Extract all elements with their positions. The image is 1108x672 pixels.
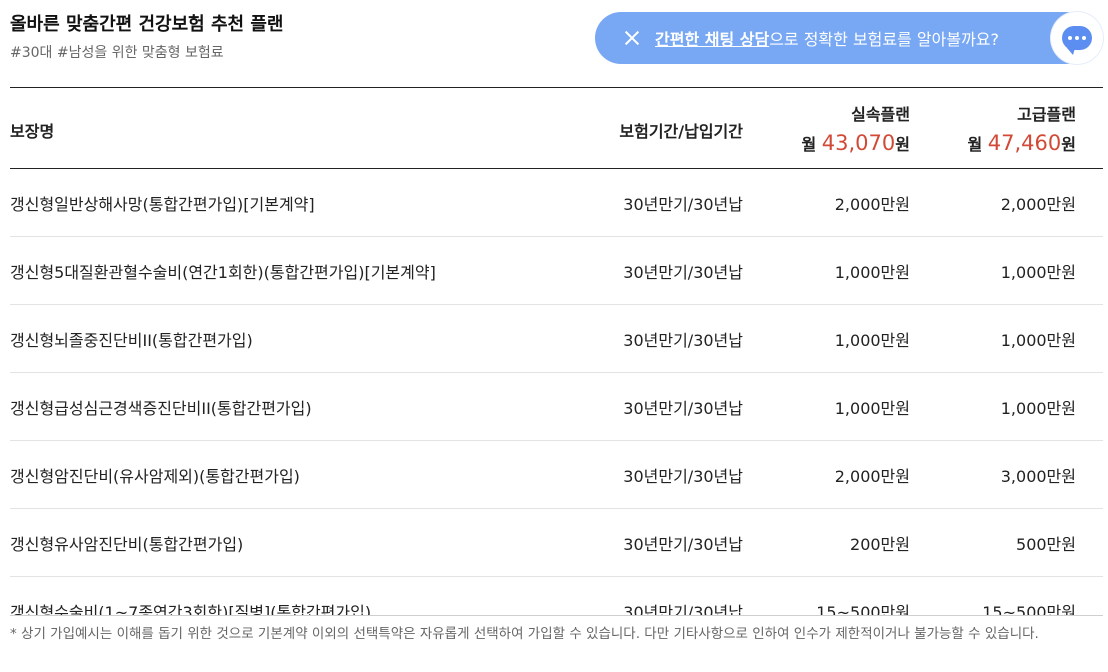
coverage-basic-amount: 1,000만원 [834,263,910,282]
table-row: 갱신형유사암진단비(통합간편가입) 30년만기/30년납 200만원 500만원 [10,509,1103,577]
coverage-period: 30년만기/30년납 [623,331,743,350]
table-row: 갱신형암진단비(유사암제외)(통합간편가입) 30년만기/30년납 2,000만… [10,441,1103,509]
coverage-premium-amount: 1,000만원 [1000,263,1076,282]
coverage-premium-amount: 1,000만원 [1000,331,1076,350]
coverage-basic-amount: 1,000만원 [834,331,910,350]
chat-bubble-icon [1062,26,1092,55]
coverage-period: 30년만기/30년납 [623,399,743,418]
table-header: 보장명 보험기간/납입기간 실속플랜 월 43,070원 고급플랜 월 47,4… [10,87,1103,169]
coverage-period: 30년만기/30년납 [623,195,743,214]
header-period: 보험기간/납입기간 [619,122,743,141]
table-row: 갱신형일반상해사망(통합간편가입)[기본계약] 30년만기/30년납 2,000… [10,169,1103,237]
coverage-period: 30년만기/30년납 [623,535,743,554]
page-title: 올바른 맞춤간편 건강보험 추천 플랜 [10,14,284,35]
table-row: 갱신형뇌졸중진단비II(통합간편가입) 30년만기/30년납 1,000만원 1… [10,305,1103,373]
close-icon[interactable] [623,29,641,47]
page-subtitle: #30대 #남성을 위한 맞춤형 보험료 [10,45,224,61]
coverage-basic-amount: 2,000만원 [834,195,910,214]
coverage-premium-amount: 1,000만원 [1000,399,1076,418]
plan-premium-price-value: 47,460 [987,131,1062,155]
coverage-name: 갱신형뇌졸중진단비II(통합간편가입) [10,331,253,350]
coverage-premium-amount: 15~500만원 [982,603,1076,616]
table-row: 갱신형급성심근경색증진단비II(통합간편가입) 30년만기/30년납 1,000… [10,373,1103,441]
coverage-basic-amount: 15~500만원 [816,603,910,616]
coverage-basic-amount: 2,000만원 [834,467,910,486]
header-coverage-name: 보장명 [10,122,55,141]
coverage-table: 보장명 보험기간/납입기간 실속플랜 월 43,070원 고급플랜 월 47,4… [10,87,1103,616]
disclaimer-footnote: * 상기 가입예시는 이해를 돕기 위한 것으로 기본계약 이외의 선택특약은 … [10,626,1039,642]
coverage-premium-amount: 3,000만원 [1000,467,1076,486]
table-row: 갱신형5대질환관혈수술비(연간1회한)(통합간편가입)[기본계약] 30년만기/… [10,237,1103,305]
header-plan-basic: 실속플랜 월 43,070원 [801,101,910,155]
coverage-name: 갱신형암진단비(유사암제외)(통합간편가입) [10,467,300,486]
plan-basic-price: 월 43,070원 [801,131,910,155]
coverage-period: 30년만기/30년납 [623,603,743,616]
coverage-premium-amount: 2,000만원 [1000,195,1076,214]
coverage-name: 갱신형급성심근경색증진단비II(통합간편가입) [10,399,312,418]
coverage-name: 갱신형5대질환관혈수술비(연간1회한)(통합간편가입)[기본계약] [10,263,436,282]
coverage-premium-amount: 500만원 [1016,535,1076,554]
plan-basic-name: 실속플랜 [851,105,910,124]
coverage-name: 갱신형일반상해사망(통합간편가입)[기본계약] [10,195,315,214]
plan-premium-price: 월 47,460원 [967,131,1076,155]
table-row: 갱신형수술비(1~7종연간3회한)[질병](통합간편가입) 30년만기/30년납… [10,577,1103,616]
header-plan-premium: 고급플랜 월 47,460원 [967,101,1076,155]
chat-banner-text: 으로 정확한 보험료를 알아볼까요? [769,30,1000,49]
table-body[interactable]: 갱신형일반상해사망(통합간편가입)[기본계약] 30년만기/30년납 2,000… [10,169,1103,616]
coverage-period: 30년만기/30년납 [623,467,743,486]
coverage-name: 갱신형수술비(1~7종연간3회한)[질병](통합간편가입) [10,603,372,616]
coverage-period: 30년만기/30년납 [623,263,743,282]
coverage-basic-amount: 200만원 [850,535,910,554]
coverage-name: 갱신형유사암진단비(통합간편가입) [10,535,244,554]
chat-button[interactable] [1051,12,1103,64]
plan-premium-name: 고급플랜 [1017,105,1076,124]
plan-basic-price-value: 43,070 [821,131,896,155]
chat-consult-link[interactable]: 간편한 채팅 상담 [655,26,769,50]
chat-consult-banner[interactable]: 간편한 채팅 상담 으로 정확한 보험료를 알아볼까요? [595,12,1103,64]
coverage-basic-amount: 1,000만원 [834,399,910,418]
